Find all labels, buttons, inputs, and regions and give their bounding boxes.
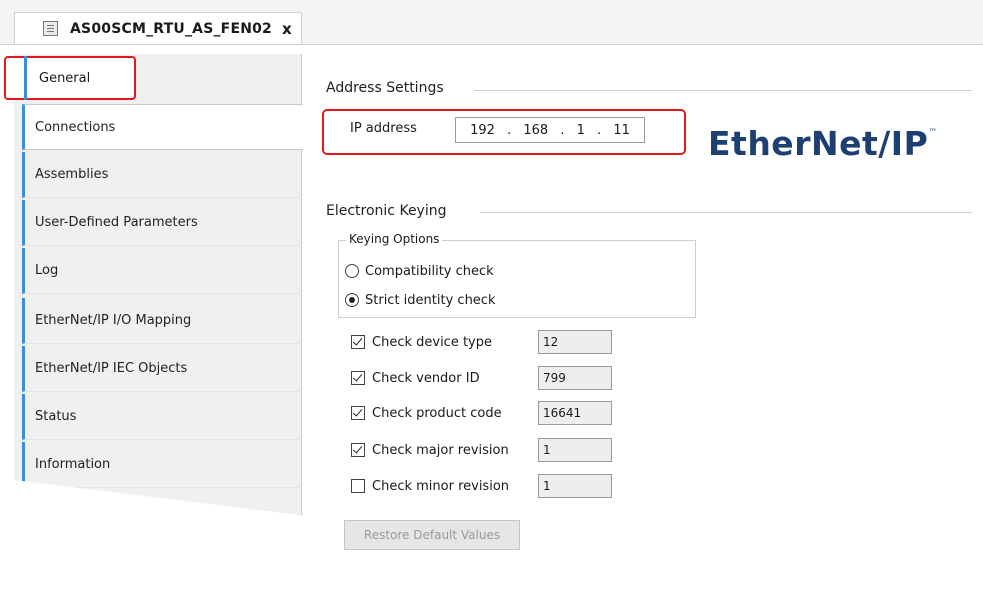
sidebar-item-label: Assemblies: [35, 167, 109, 182]
check-product-code[interactable]: Check product code: [351, 403, 502, 423]
logo-n-glyph: N: [810, 124, 840, 163]
radio-button[interactable]: [345, 264, 359, 278]
check-minor-revision[interactable]: Check minor revision: [351, 476, 509, 496]
sidebar-item-io-mapping[interactable]: EtherNet/IP I/O Mapping: [22, 298, 302, 344]
check-vendor-id[interactable]: Check vendor ID: [351, 368, 480, 388]
logo-trademark: ™: [928, 128, 938, 138]
sidebar-item-label: EtherNet/IP I/O Mapping: [35, 313, 192, 328]
ip-address-label: IP address: [350, 121, 417, 136]
sidebar-item-label: EtherNet/IP IEC Objects: [35, 361, 188, 376]
radio-strict-identity-check[interactable]: Strict identity check: [345, 290, 495, 310]
radio-label: Strict identity check: [365, 292, 496, 308]
sidebar-item-assemblies[interactable]: Assemblies: [22, 152, 302, 198]
ip-octet-2[interactable]: 168: [523, 123, 548, 138]
radio-button-selected[interactable]: [345, 293, 359, 307]
ethernet-ip-logo: EtherNet/IP™: [708, 124, 938, 163]
vendor-id-field[interactable]: 799: [538, 366, 612, 390]
sidebar-item-information[interactable]: Information: [22, 442, 302, 488]
sidebar-item-iec-objects[interactable]: EtherNet/IP IEC Objects: [22, 346, 302, 392]
major-revision-field[interactable]: 1: [538, 438, 612, 462]
document-tab-title: AS00SCM_RTU_AS_FEN02: [70, 20, 273, 37]
sidebar-item-connections[interactable]: Connections: [22, 104, 303, 150]
ip-separator: .: [507, 122, 512, 138]
ip-address-field[interactable]: 192 . 168 . 1 . 11: [455, 117, 645, 143]
sidebar-item-general[interactable]: General: [24, 56, 90, 100]
sidebar-item-label: User-Defined Parameters: [35, 215, 198, 230]
check-major-revision[interactable]: Check major revision: [351, 440, 509, 460]
address-settings-title: Address Settings: [326, 80, 444, 96]
checkbox-label: Check device type: [372, 334, 492, 350]
divider: [474, 90, 972, 91]
ip-octet-1[interactable]: 192: [470, 123, 495, 138]
minor-revision-field[interactable]: 1: [538, 474, 612, 498]
logo-text-left: Ether: [708, 124, 811, 163]
checkbox-checked[interactable]: [351, 371, 365, 385]
radio-label: Compatibility check: [365, 263, 494, 279]
sidebar-item-log[interactable]: Log: [22, 248, 302, 294]
keying-options-title: Keying Options: [346, 232, 443, 246]
check-device-type[interactable]: Check device type: [351, 332, 492, 352]
sidebar-item-label: Connections: [35, 119, 116, 135]
restore-default-values-button[interactable]: Restore Default Values: [344, 520, 520, 550]
checkbox-checked[interactable]: [351, 406, 365, 420]
document-tab[interactable]: AS00SCM_RTU_AS_FEN02 x: [14, 12, 302, 44]
checkbox-label: Check minor revision: [372, 478, 510, 494]
checkbox-label: Check major revision: [372, 442, 509, 458]
ip-separator: .: [597, 122, 602, 138]
sidebar-item-label: Status: [35, 409, 77, 424]
sidebar-item-label: General: [39, 70, 91, 86]
electronic-keying-title: Electronic Keying: [326, 203, 447, 219]
radio-compatibility-check[interactable]: Compatibility check: [345, 261, 494, 281]
ip-octet-4[interactable]: 11: [613, 123, 630, 138]
close-icon[interactable]: x: [282, 20, 292, 38]
device-icon: [43, 21, 58, 36]
sidebar-item-label: Log: [35, 263, 59, 278]
logo-text-right: et/IP: [839, 124, 929, 163]
checkbox-unchecked[interactable]: [351, 479, 365, 493]
checkbox-label: Check vendor ID: [372, 370, 480, 386]
checkbox-checked[interactable]: [351, 335, 365, 349]
ip-separator: .: [560, 122, 565, 138]
device-type-field[interactable]: 12: [538, 330, 612, 354]
product-code-field[interactable]: 16641: [538, 401, 612, 425]
checkbox-label: Check product code: [372, 405, 502, 421]
sidebar-item-status[interactable]: Status: [22, 394, 302, 440]
checkbox-checked[interactable]: [351, 443, 365, 457]
ip-octet-3[interactable]: 1: [577, 123, 585, 138]
divider: [480, 212, 972, 213]
sidebar-item-user-defined-parameters[interactable]: User-Defined Parameters: [22, 200, 302, 246]
sidebar-item-label: Information: [35, 457, 111, 472]
